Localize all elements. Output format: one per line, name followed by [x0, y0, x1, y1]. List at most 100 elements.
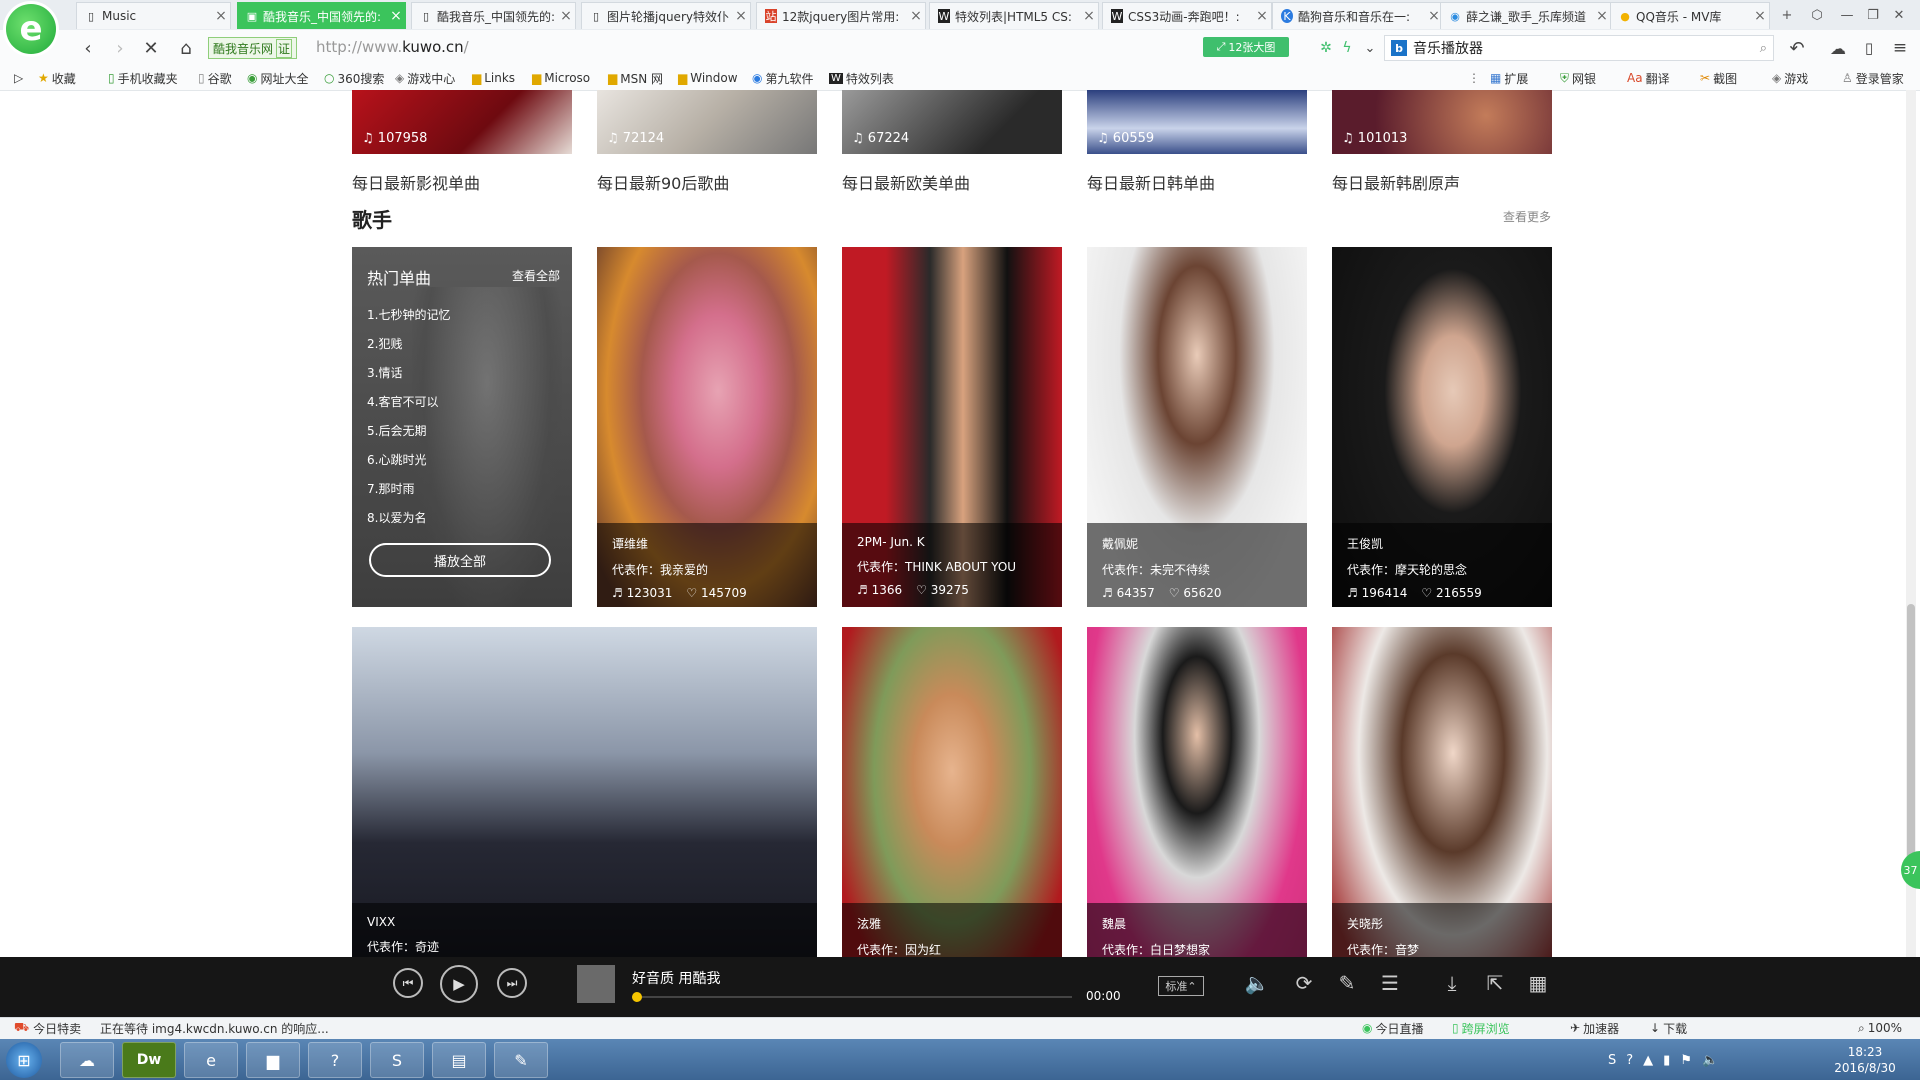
chevron-down-icon[interactable]: ⌄: [1356, 34, 1384, 62]
help-icon[interactable]: ?: [308, 1042, 362, 1078]
clock[interactable]: 18:23 2016/8/30: [1820, 1044, 1910, 1076]
progress-handle[interactable]: [632, 992, 642, 1002]
artist-name[interactable]: 谭维维: [612, 535, 802, 552]
bookmark-site-directory[interactable]: ◉ 网址大全: [247, 66, 309, 90]
playlist-thumb-jk[interactable]: ♫ 60559: [1087, 90, 1307, 154]
bookmark-game-center[interactable]: ◈ 游戏中心: [395, 66, 455, 90]
repeat-icon[interactable]: ⟳: [1291, 970, 1317, 996]
artist-name[interactable]: 关晓彤: [1347, 915, 1537, 932]
share-icon[interactable]: ⇱: [1482, 970, 1508, 996]
tool-games[interactable]: ◈ 游戏: [1772, 66, 1808, 90]
bookmark-mobile[interactable]: ▯ 手机收藏夹: [108, 66, 178, 90]
floating-badge[interactable]: 37: [1901, 851, 1920, 889]
lyrics-icon[interactable]: ✎: [1334, 970, 1360, 996]
hot-song-item[interactable]: 3.情话: [367, 364, 402, 381]
bookmark-microsoft[interactable]: ▆ Microso: [532, 66, 590, 90]
hot-song-item[interactable]: 7.那时雨: [367, 480, 414, 497]
tool-translate[interactable]: Aa 翻译: [1627, 66, 1670, 90]
playlist-label[interactable]: 每日最新韩剧原声: [1332, 170, 1460, 194]
artist-name[interactable]: 戴佩妮: [1102, 535, 1292, 552]
hot-song-item[interactable]: 1.七秒钟的记忆: [367, 306, 450, 323]
play-icon[interactable]: ▶: [440, 965, 478, 1003]
mobile-icon[interactable]: ▯: [1855, 34, 1883, 62]
progress-bar[interactable]: [632, 996, 1072, 998]
menu-icon[interactable]: ≡: [1886, 34, 1914, 62]
bookmark-favorites[interactable]: ★ 收藏: [38, 66, 76, 90]
restore-icon[interactable]: ⬡: [1804, 4, 1830, 26]
browser-logo-icon[interactable]: e: [6, 4, 56, 54]
search-input[interactable]: b 音乐播放器 ⌕: [1384, 35, 1774, 61]
bookmark-google[interactable]: ▯ 谷歌: [198, 66, 232, 90]
cloud-app-icon[interactable]: ☁: [60, 1042, 114, 1078]
view-more-link[interactable]: 查看更多: [1503, 208, 1551, 225]
accelerator-link[interactable]: ✈ 加速器: [1570, 1017, 1619, 1039]
artist-card[interactable]: 关晓彤 代表作：音梦: [1332, 627, 1552, 987]
cloud-icon[interactable]: ☁: [1824, 34, 1852, 62]
sogou-icon[interactable]: S: [1608, 1053, 1616, 1068]
playlist-thumb-kdrama[interactable]: ♫ 101013: [1332, 90, 1552, 154]
minimize-icon[interactable]: —: [1834, 4, 1860, 26]
volume-icon[interactable]: 🔈: [1702, 1053, 1718, 1068]
tool-banking[interactable]: ⛨ 网银: [1560, 66, 1596, 90]
cross-screen-link[interactable]: ▯ 跨屏浏览: [1452, 1017, 1510, 1039]
url-input[interactable]: http://www. kuwo.cn /: [316, 36, 469, 58]
search-icon[interactable]: ⌕: [1760, 41, 1767, 56]
tool-login-manager[interactable]: ♙ 登录管家: [1842, 66, 1904, 90]
next-icon[interactable]: ⏭: [497, 968, 527, 998]
download-link[interactable]: ↓ 下载: [1650, 1017, 1687, 1039]
tab-effects-list[interactable]: W 特效列表|HTML5 CS: ×: [929, 2, 1099, 29]
tab-qq-music[interactable]: ● QQ音乐 - MV库 ×: [1610, 2, 1770, 29]
hot-song-item[interactable]: 4.客官不可以: [367, 393, 438, 410]
big-picture-button[interactable]: ⤢ 12张大图: [1203, 37, 1289, 57]
tab-kugou[interactable]: K 酷狗音乐和音乐在一: ×: [1272, 2, 1444, 29]
help-icon[interactable]: ?: [1626, 1053, 1633, 1068]
playlist-thumb-90s[interactable]: ♫ 72124: [597, 90, 817, 154]
artist-card[interactable]: 2PM- Jun. K 代表作：THINK ABOUT YOU ♬ 1366 ♡ …: [842, 247, 1062, 607]
bookmark-9th-software[interactable]: ◉ 第九软件: [752, 66, 814, 90]
sublime-icon[interactable]: S: [370, 1042, 424, 1078]
close-icon[interactable]: ×: [907, 8, 925, 24]
artist-card[interactable]: 谭维维 代表作：我亲爱的 ♬ 123031 ♡ 145709: [597, 247, 817, 607]
play-all-button[interactable]: 播放全部: [369, 543, 551, 577]
more-icon[interactable]: ⋮: [1468, 66, 1480, 90]
home-icon[interactable]: ⌂: [172, 34, 200, 62]
close-icon[interactable]: ×: [1080, 8, 1098, 24]
playlist-icon[interactable]: ☰: [1377, 970, 1403, 996]
hot-song-item[interactable]: 2.犯贱: [367, 335, 402, 352]
sidebar-toggle-icon[interactable]: ▷: [14, 66, 23, 90]
playlist-thumb-film[interactable]: ♫ 107958: [352, 90, 572, 154]
undo-icon[interactable]: ↶: [1783, 34, 1811, 62]
close-icon[interactable]: ×: [212, 8, 230, 24]
network-icon[interactable]: ▲: [1643, 1053, 1653, 1068]
volume-icon[interactable]: 🔈: [1244, 970, 1270, 996]
close-icon[interactable]: ×: [1593, 8, 1611, 24]
playlist-label[interactable]: 每日最新欧美单曲: [842, 170, 970, 194]
paint-icon[interactable]: ✎: [494, 1042, 548, 1078]
tool-screenshot[interactable]: ✂ 截图: [1700, 66, 1737, 90]
hot-song-item[interactable]: 6.心跳时光: [367, 451, 426, 468]
artist-name[interactable]: 魏晨: [1102, 915, 1292, 932]
close-icon[interactable]: ×: [387, 8, 405, 24]
bookmark-360-search[interactable]: ○ 360搜索: [324, 66, 384, 90]
heart-icon[interactable]: ♡ 145709: [686, 586, 746, 600]
tab-jquery-images[interactable]: 站 12款jquery图片常用: ×: [756, 2, 926, 29]
tab-music[interactable]: ▯ Music ×: [76, 2, 231, 29]
artist-name[interactable]: VIXX: [367, 915, 802, 929]
bookmark-windows[interactable]: ▆ Window: [678, 66, 738, 90]
tab-xue-zhiqian[interactable]: ◉ 薛之谦_歌手_乐库频道 ×: [1440, 2, 1612, 29]
heart-icon[interactable]: ♡ 216559: [1421, 586, 1481, 600]
artist-card[interactable]: 戴佩妮 代表作：未完不待续 ♬ 64357 ♡ 65620: [1087, 247, 1307, 607]
site-identity-badge[interactable]: 酷我音乐网证: [208, 37, 298, 59]
tab-jquery-carousel[interactable]: ▯ 图片轮播jquery特效仆 ×: [581, 2, 751, 29]
artist-name[interactable]: 泫雅: [857, 915, 1047, 932]
previous-icon[interactable]: ⏮: [393, 968, 423, 998]
today-sale-link[interactable]: ⛟ 今日特卖: [14, 1017, 81, 1039]
bookmark-links[interactable]: ▆ Links: [472, 66, 515, 90]
forward-icon[interactable]: ›: [106, 34, 134, 62]
artist-card-wide[interactable]: VIXX 代表作：奇迹: [352, 627, 817, 987]
heart-icon[interactable]: ♡ 39275: [916, 583, 969, 597]
browser-icon[interactable]: e: [184, 1042, 238, 1078]
windows-start-icon[interactable]: ⊞: [6, 1042, 42, 1078]
bookmark-msn[interactable]: ▆ MSN 网: [608, 66, 663, 90]
heart-icon[interactable]: ♡ 65620: [1169, 586, 1222, 600]
